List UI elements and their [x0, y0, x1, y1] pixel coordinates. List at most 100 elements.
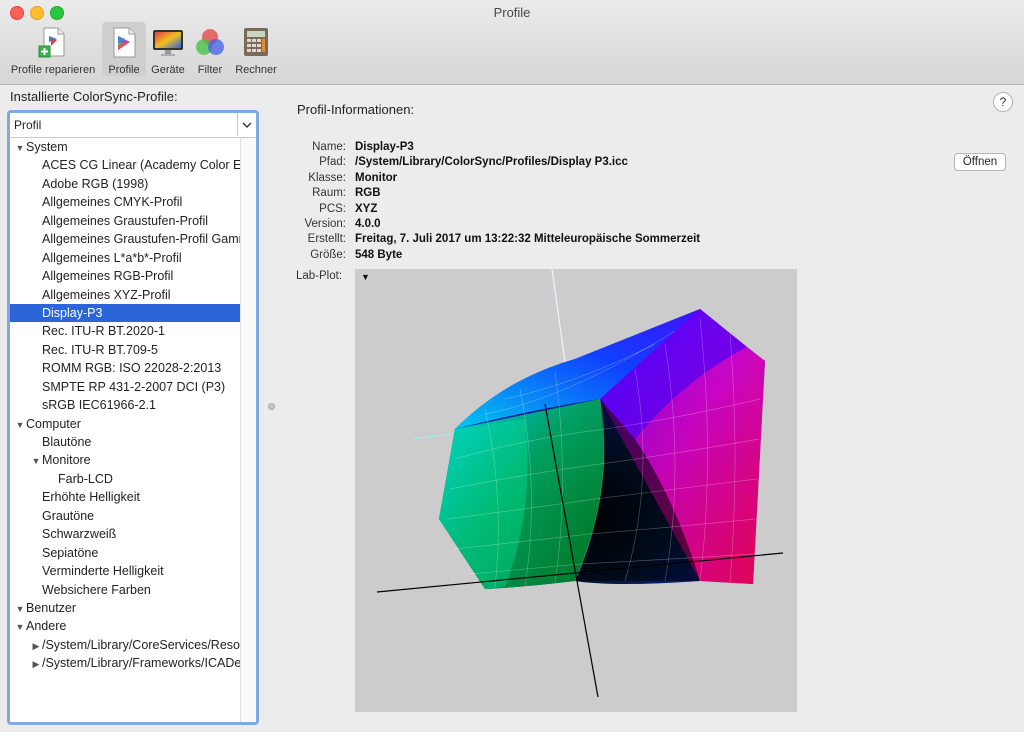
disclosure-open-icon[interactable]: ▼ — [14, 416, 26, 433]
disclosure-open-icon[interactable]: ▼ — [14, 618, 26, 635]
tree-row[interactable]: ROMM RGB: ISO 22028-2:2013 — [10, 359, 240, 377]
toolbar-profiles-label: Profile — [108, 64, 140, 76]
tree-row[interactable]: Farb-LCD — [10, 470, 240, 488]
tree-row-label: SMPTE RP 431-2-2007 DCI (P3) — [42, 379, 226, 394]
tree-row[interactable]: Rec. ITU-R BT.2020-1 — [10, 322, 240, 340]
tree-row[interactable]: Rec. ITU-R BT.709-5 — [10, 341, 240, 359]
tree-row-label: Benutzer — [26, 600, 77, 615]
info-value: Display-P3 — [355, 141, 414, 153]
filter-icon — [194, 26, 226, 58]
info-value: Freitag, 7. Juli 2017 um 13:22:32 Mittel… — [355, 233, 701, 246]
calculator-icon — [240, 26, 272, 58]
info-label: PCS: — [319, 202, 346, 215]
tree-row-label: Allgemeines RGB-Profil — [42, 269, 174, 284]
tree-row-label: Sepiatöne — [42, 545, 99, 560]
tree-row-label: Farb-LCD — [58, 471, 113, 486]
lab-plot-label: Lab-Plot: — [296, 270, 343, 282]
toolbar-filter[interactable]: Filter — [190, 22, 230, 76]
tree-row[interactable]: ▼ Benutzer — [10, 599, 240, 617]
tree-row-label: sRGB IEC61966-2.1 — [42, 398, 156, 413]
disclosure-open-icon[interactable]: ▼ — [14, 600, 26, 617]
tree-row-label: ROMM RGB: ISO 22028-2:2013 — [42, 361, 222, 376]
lab-plot-graphic — [376, 268, 784, 698]
tree-row-label: Rec. ITU-R BT.709-5 — [42, 342, 159, 357]
tree-row[interactable]: SMPTE RP 431-2-2007 DCI (P3) — [10, 378, 240, 396]
installed-profiles-heading: Installierte ColorSync-Profile: — [10, 89, 178, 104]
disclosure-open-icon[interactable]: ▼ — [14, 139, 26, 156]
tree-row-label: Allgemeines XYZ-Profil — [42, 287, 171, 302]
help-button[interactable]: ? — [993, 92, 1013, 112]
info-value: RGB — [355, 187, 381, 200]
title-bar: Profile Profile reparieren Profile Gerät… — [0, 0, 1024, 85]
tree-row-label: /System/Library/Frameworks/ICADevices — [42, 656, 240, 671]
tree-row-label: Erhöhte Helligkeit — [42, 490, 140, 505]
profile-repair-icon — [37, 26, 69, 58]
tree-row[interactable]: Grautöne — [10, 507, 240, 525]
tree-row-label: Computer — [26, 416, 81, 431]
info-label: Name: — [312, 141, 346, 153]
tree-row[interactable]: Allgemeines XYZ-Profil — [10, 286, 240, 304]
lab-plot-view[interactable]: ▼ — [355, 268, 797, 712]
tree-row-label: Blautöne — [42, 435, 92, 449]
tree-row-label: Rec. ITU-R BT.2020-1 — [42, 324, 165, 339]
tree-row-label: Display-P3 — [42, 305, 103, 320]
toolbar-calculator[interactable]: Rechner — [230, 22, 282, 76]
profile-icon — [108, 26, 140, 58]
tree-row-label: Schwarzweiß — [42, 527, 117, 542]
open-button[interactable]: Öffnen — [954, 153, 1006, 171]
tree-row[interactable]: Allgemeines RGB-Profil — [10, 267, 240, 285]
chevron-down-icon — [242, 122, 252, 128]
info-value: XYZ — [355, 202, 378, 215]
tree-row[interactable]: Schwarzweiß — [10, 525, 240, 543]
info-label: Pfad: — [319, 156, 346, 169]
tree-row[interactable]: Display-P3 — [10, 303, 240, 323]
devices-icon — [152, 26, 184, 58]
tree-row[interactable]: Blautöne — [10, 433, 240, 451]
window-title: Profile — [493, 5, 531, 20]
toolbar-devices[interactable]: Geräte — [146, 22, 190, 76]
split-view-handle[interactable] — [268, 403, 275, 410]
tree-row[interactable]: Erhöhte Helligkeit — [10, 488, 240, 506]
info-value: 4.0.0 — [355, 218, 381, 230]
sort-button[interactable] — [237, 113, 256, 136]
profile-window: Profile Profile reparieren Profile Gerät… — [0, 0, 1024, 732]
tree-row[interactable]: ▶/System/Library/Frameworks/ICADevices — [10, 654, 240, 672]
tree-row[interactable]: Websichere Farben — [10, 581, 240, 599]
info-label: Klasse: — [308, 171, 346, 184]
tree-row-label: Verminderte Helligkeit — [42, 564, 164, 579]
toolbar-profile-repair-label: Profile reparieren — [10, 64, 96, 76]
toolbar-profiles[interactable]: Profile — [102, 22, 146, 76]
tree-row-label: System — [26, 140, 68, 154]
profile-column-header[interactable]: Profil — [10, 113, 256, 138]
info-value: Monitor — [355, 171, 398, 184]
info-label: Raum: — [312, 187, 346, 200]
info-label: Version: — [304, 218, 346, 230]
tree-row[interactable]: sRGB IEC61966-2.1 — [10, 396, 240, 414]
disclosure-closed-icon[interactable]: ▶ — [30, 655, 42, 672]
tree-row-label: Andere — [26, 619, 67, 634]
toolbar-filter-label: Filter — [197, 64, 223, 76]
info-value: /System/Library/ColorSync/Profiles/Displ… — [355, 156, 628, 169]
profile-column-label: Profil — [14, 118, 42, 132]
tree-row[interactable]: ▶/System/Library/CoreServices/Resources — [10, 636, 240, 654]
tree-row[interactable]: ▼ Andere — [10, 617, 240, 635]
profile-info-title: Profil-Informationen: — [297, 102, 415, 117]
toolbar-calculator-label: Rechner — [235, 64, 277, 76]
toolbar-profile-repair[interactable]: Profile reparieren — [4, 22, 102, 76]
tree-row[interactable]: ▼ Monitore — [10, 451, 240, 469]
tree-row-label: Adobe RGB (1998) — [42, 176, 149, 191]
info-label: Erstellt: — [307, 233, 346, 246]
disclosure-closed-icon[interactable]: ▶ — [30, 637, 42, 654]
tree-row[interactable]: Sepiatöne — [10, 544, 240, 562]
tree-row[interactable]: ▼ Computer — [10, 415, 240, 433]
tree-row-label: Websichere Farben — [42, 582, 151, 597]
tree-row-label: Grautöne — [42, 508, 95, 523]
info-label: Größe: — [310, 248, 346, 261]
tree-row-label: Monitore — [42, 453, 91, 468]
disclosure-open-icon[interactable]: ▼ — [30, 452, 42, 469]
plot-menu-triangle-icon[interactable]: ▼ — [361, 272, 370, 282]
info-value: 548 Byte — [355, 248, 403, 261]
toolbar-devices-label: Geräte — [151, 64, 185, 76]
tree-row-label: /System/Library/CoreServices/Resources — [42, 637, 240, 652]
tree-row[interactable]: Verminderte Helligkeit — [10, 562, 240, 580]
